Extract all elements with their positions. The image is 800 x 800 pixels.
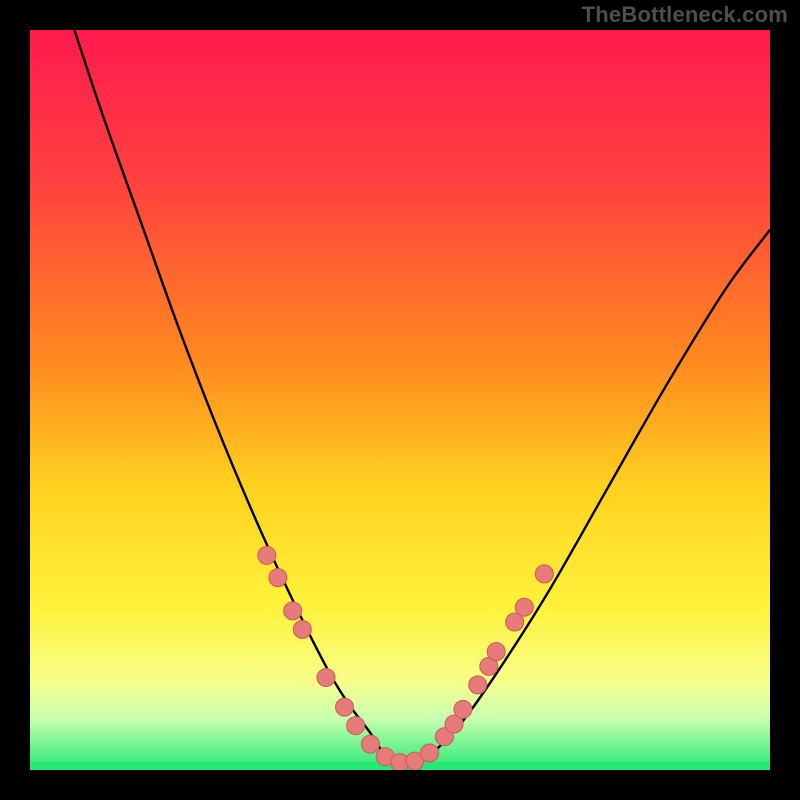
curve-marker (421, 744, 439, 762)
curve-marker (336, 698, 354, 716)
curve-marker (361, 735, 379, 753)
curve-marker (258, 546, 276, 564)
curve-marker (535, 565, 553, 583)
curve-marker (269, 569, 287, 587)
plot-area (30, 30, 770, 770)
curve-marker (317, 669, 335, 687)
chart-stage: TheBottleneck.com (0, 0, 800, 800)
watermark-text: TheBottleneck.com (582, 2, 788, 28)
curve-marker (469, 676, 487, 694)
curve-marker (515, 598, 533, 616)
curve-marker (487, 643, 505, 661)
curve-marker (284, 602, 302, 620)
curve-marker (293, 620, 311, 638)
curve-marker (454, 700, 472, 718)
chart-svg (30, 30, 770, 770)
curve-marker (347, 717, 365, 735)
